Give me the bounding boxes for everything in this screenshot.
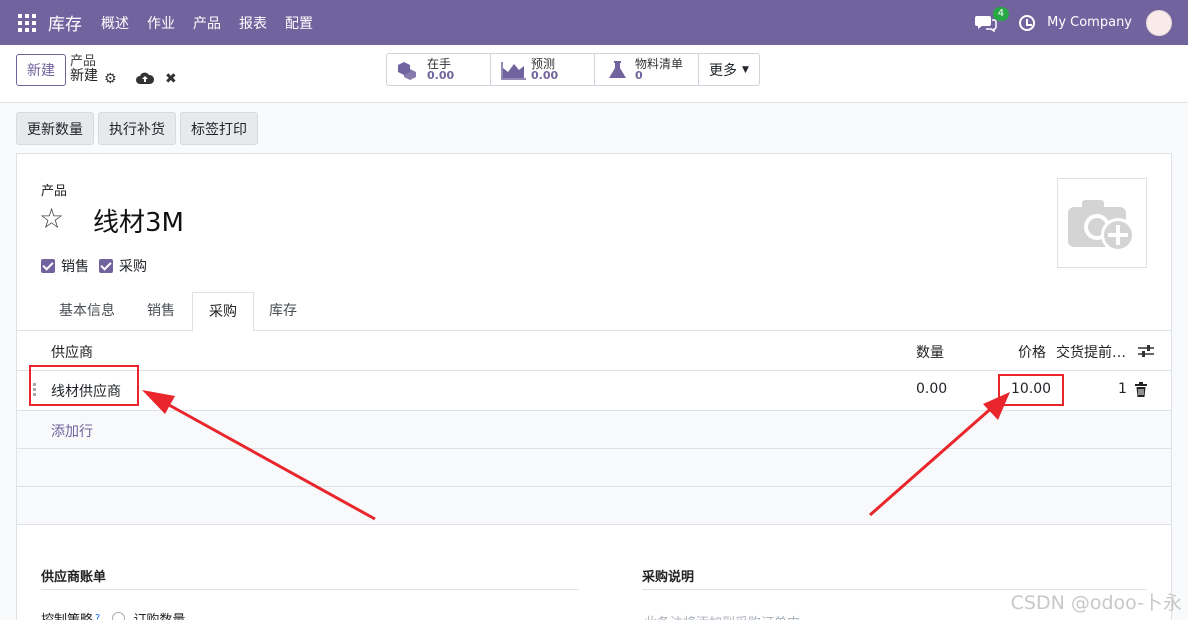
watermark: CSDN @odoo-卜永 (1010, 592, 1182, 614)
annotation-arrows (142, 390, 1010, 521)
